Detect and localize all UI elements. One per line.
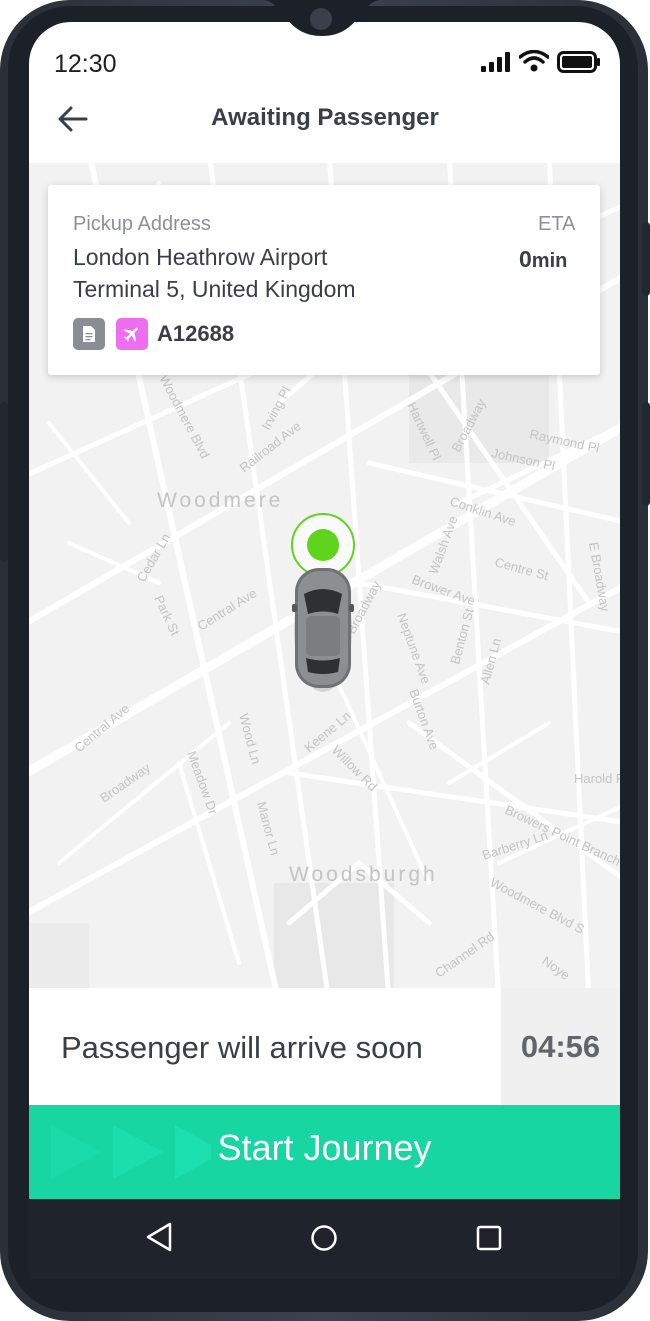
start-journey-label: Start Journey — [217, 1127, 432, 1168]
map-label-channel-rd: Channel Rd — [432, 929, 497, 981]
flight-number: A12688 — [157, 321, 235, 346]
map-label-manor-ln: Manor Ln — [254, 800, 283, 857]
map-label-meadow-dr: Meadow Dr — [184, 749, 221, 817]
map-label-walsh-ave: Walsh Ave — [426, 514, 461, 576]
signal-icon — [481, 52, 510, 72]
map-label-wood-ln: Wood Ln — [236, 712, 264, 766]
map-label-park-st: Park St — [151, 593, 183, 638]
home-nav-icon[interactable] — [310, 1224, 338, 1252]
map-label-woodmere-blvd-s: Woodmere Blvd S — [488, 874, 588, 936]
eta-label: ETA — [538, 213, 576, 235]
document-icon[interactable] — [73, 318, 105, 350]
battery-icon — [557, 51, 600, 73]
map-label-noye: Noye — [539, 953, 572, 983]
volume-button — [642, 222, 650, 296]
back-nav-icon[interactable] — [144, 1221, 174, 1253]
countdown-timer: 04:56 — [501, 988, 620, 1105]
side-button — [0, 402, 8, 562]
car-icon — [292, 568, 354, 692]
status-message: Passenger will arrive soon — [61, 1030, 423, 1065]
map-label-woodmere: Woodmere — [157, 489, 283, 512]
map-label-neptune-ave: Neptune Ave — [394, 611, 433, 686]
page-title: Awaiting Passenger — [211, 104, 439, 131]
map-label-burton-ave: Burton Ave — [406, 687, 442, 752]
map-label-brower-ave: Brower Ave — [410, 572, 477, 609]
map-label-central-ave: Central Ave — [195, 585, 260, 633]
power-button — [642, 402, 650, 506]
wifi-icon — [519, 50, 549, 72]
status-time: 12:30 — [54, 50, 117, 78]
map-label-broadway: Broadway — [97, 760, 153, 806]
eta-unit: min — [531, 250, 568, 272]
eta-value: 0min — [519, 246, 567, 273]
map-label-central-ave: Central Ave — [71, 701, 132, 756]
eta-number: 0 — [519, 246, 532, 272]
map-label-benton-st: Benton St — [447, 606, 476, 665]
map-label-woodmere-blvd: Woodmere Blvd — [156, 372, 213, 460]
map-label-harold: Harold R — [574, 771, 620, 786]
camera-notch — [262, 0, 382, 36]
map-label-centre-st: Centre St — [493, 554, 550, 583]
airplane-icon[interactable] — [116, 318, 148, 350]
pickup-address-line1: London Heathrow Airport — [73, 244, 328, 270]
pickup-address-line2: Terminal 5, United Kingdom — [73, 276, 356, 302]
recents-nav-icon[interactable] — [476, 1225, 502, 1251]
map-label-woodsburgh: Woodsburgh — [289, 863, 438, 886]
start-journey-button[interactable]: Start Journey — [29, 1105, 620, 1199]
pickup-label: Pickup Address — [73, 213, 211, 235]
